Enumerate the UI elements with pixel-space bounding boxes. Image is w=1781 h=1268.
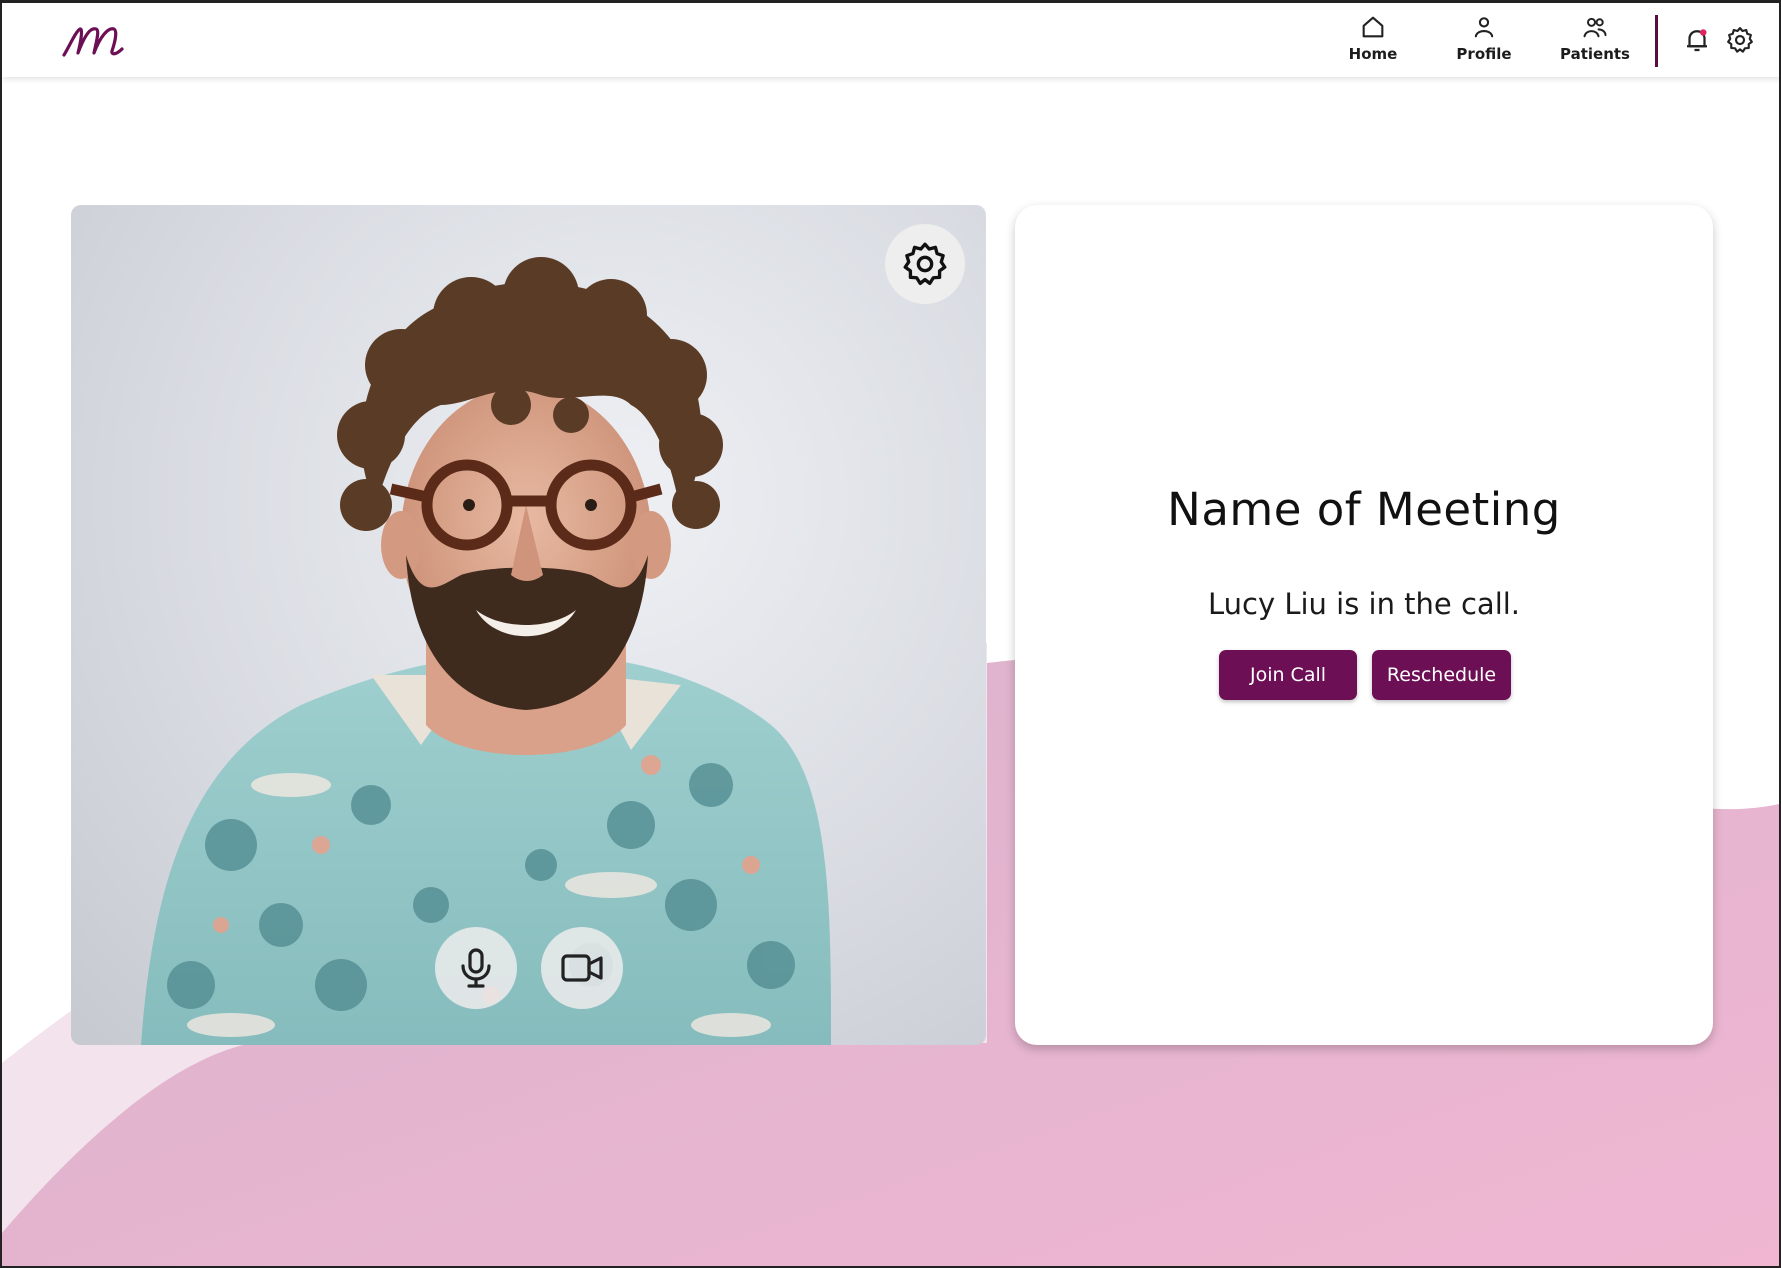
settings-button[interactable]	[1723, 23, 1757, 57]
participant-video-image	[141, 257, 831, 1045]
app-window: Home Profile Patients Name of Meeting Lu…	[0, 0, 1781, 1268]
notifications-button[interactable]	[1680, 23, 1714, 57]
meeting-status-text: Lucy Liu is in the call.	[1207, 587, 1521, 621]
nav-label: Home	[1348, 45, 1398, 63]
meeting-card: Name of Meeting Lucy Liu is in the call.…	[1015, 205, 1713, 1045]
camera-toggle-button[interactable]	[541, 927, 623, 1009]
microphone-toggle-button[interactable]	[435, 927, 517, 1009]
brand-logo[interactable]	[60, 15, 134, 63]
reschedule-button[interactable]: Reschedule	[1372, 650, 1511, 700]
bell-icon	[1687, 29, 1707, 52]
nav-divider	[1655, 15, 1658, 67]
video-camera-icon	[561, 954, 603, 982]
video-settings-button[interactable]	[885, 224, 965, 304]
nav-item-profile[interactable]: Profile	[1439, 13, 1529, 69]
people-icon	[1583, 17, 1607, 38]
person-icon	[1474, 17, 1494, 38]
video-preview	[71, 205, 986, 1045]
nav-item-home[interactable]: Home	[1328, 13, 1418, 69]
home-icon	[1362, 16, 1384, 38]
gear-icon	[903, 242, 947, 286]
nav-item-patients[interactable]: Patients	[1550, 13, 1640, 69]
top-navigation-bar: Home Profile Patients	[2, 3, 1779, 77]
microphone-icon	[461, 948, 491, 988]
meeting-title: Name of Meeting	[1167, 483, 1561, 536]
nav-label: Profile	[1456, 45, 1512, 63]
join-call-button[interactable]: Join Call	[1219, 650, 1357, 700]
gear-icon	[1727, 27, 1753, 53]
nav-label: Patients	[1560, 45, 1630, 63]
